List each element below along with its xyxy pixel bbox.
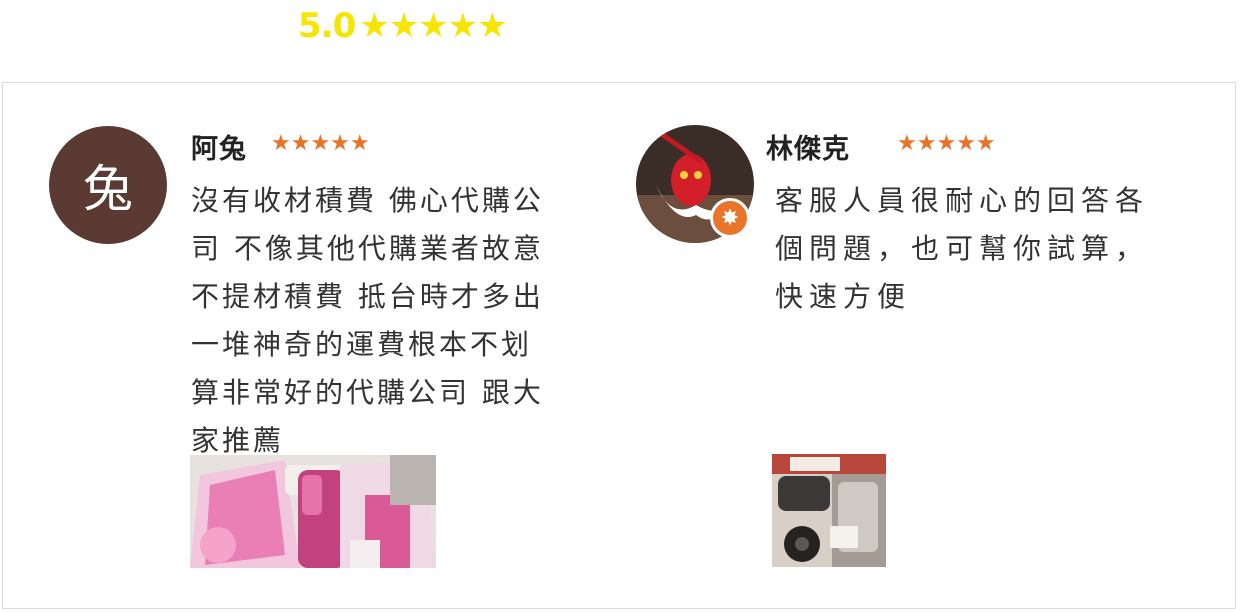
mosquito-spray-product-icon [190, 455, 436, 568]
rating-stars: ★★★★★ [359, 6, 507, 46]
review-text: 沒有收材積費 佛心代購公 司 不像其他代購業者故意 不提材積費 抵台時才多出 一… [191, 184, 544, 457]
reviewer-name[interactable]: 林傑克 [766, 127, 850, 166]
review-text: 客服人員很耐心的回答各 個問題，也可幫你試算， 快速方便 [775, 184, 1150, 313]
review-photo[interactable] [190, 455, 436, 568]
review-stars: ★★★★★ [897, 131, 996, 156]
rating-summary: 5.0 ★★★★★ [298, 6, 508, 46]
avatar[interactable]: 兔 [49, 126, 167, 244]
review-card: 兔 阿兔 ★★★★★ 沒有收材積費 佛心代購公 司 不像其他代購業者故意 不提材… [3, 83, 603, 608]
review-card: ✸ 林傑克 ★★★★★ 客服人員很耐心的回答各 個問題，也可幫你試算， 快速方便 [603, 83, 1223, 608]
review-photo[interactable] [772, 454, 886, 567]
kitchen-appliance-product-icon [772, 454, 886, 567]
review-stars: ★★★★★ [271, 131, 370, 156]
reviewer-name[interactable]: 阿兔 [191, 127, 247, 166]
rating-value: 5.0 [298, 6, 356, 46]
reviews-box: 兔 阿兔 ★★★★★ 沒有收材積費 佛心代購公 司 不像其他代購業者故意 不提材… [2, 82, 1236, 609]
orange-badge-icon: ✸ [710, 198, 750, 238]
